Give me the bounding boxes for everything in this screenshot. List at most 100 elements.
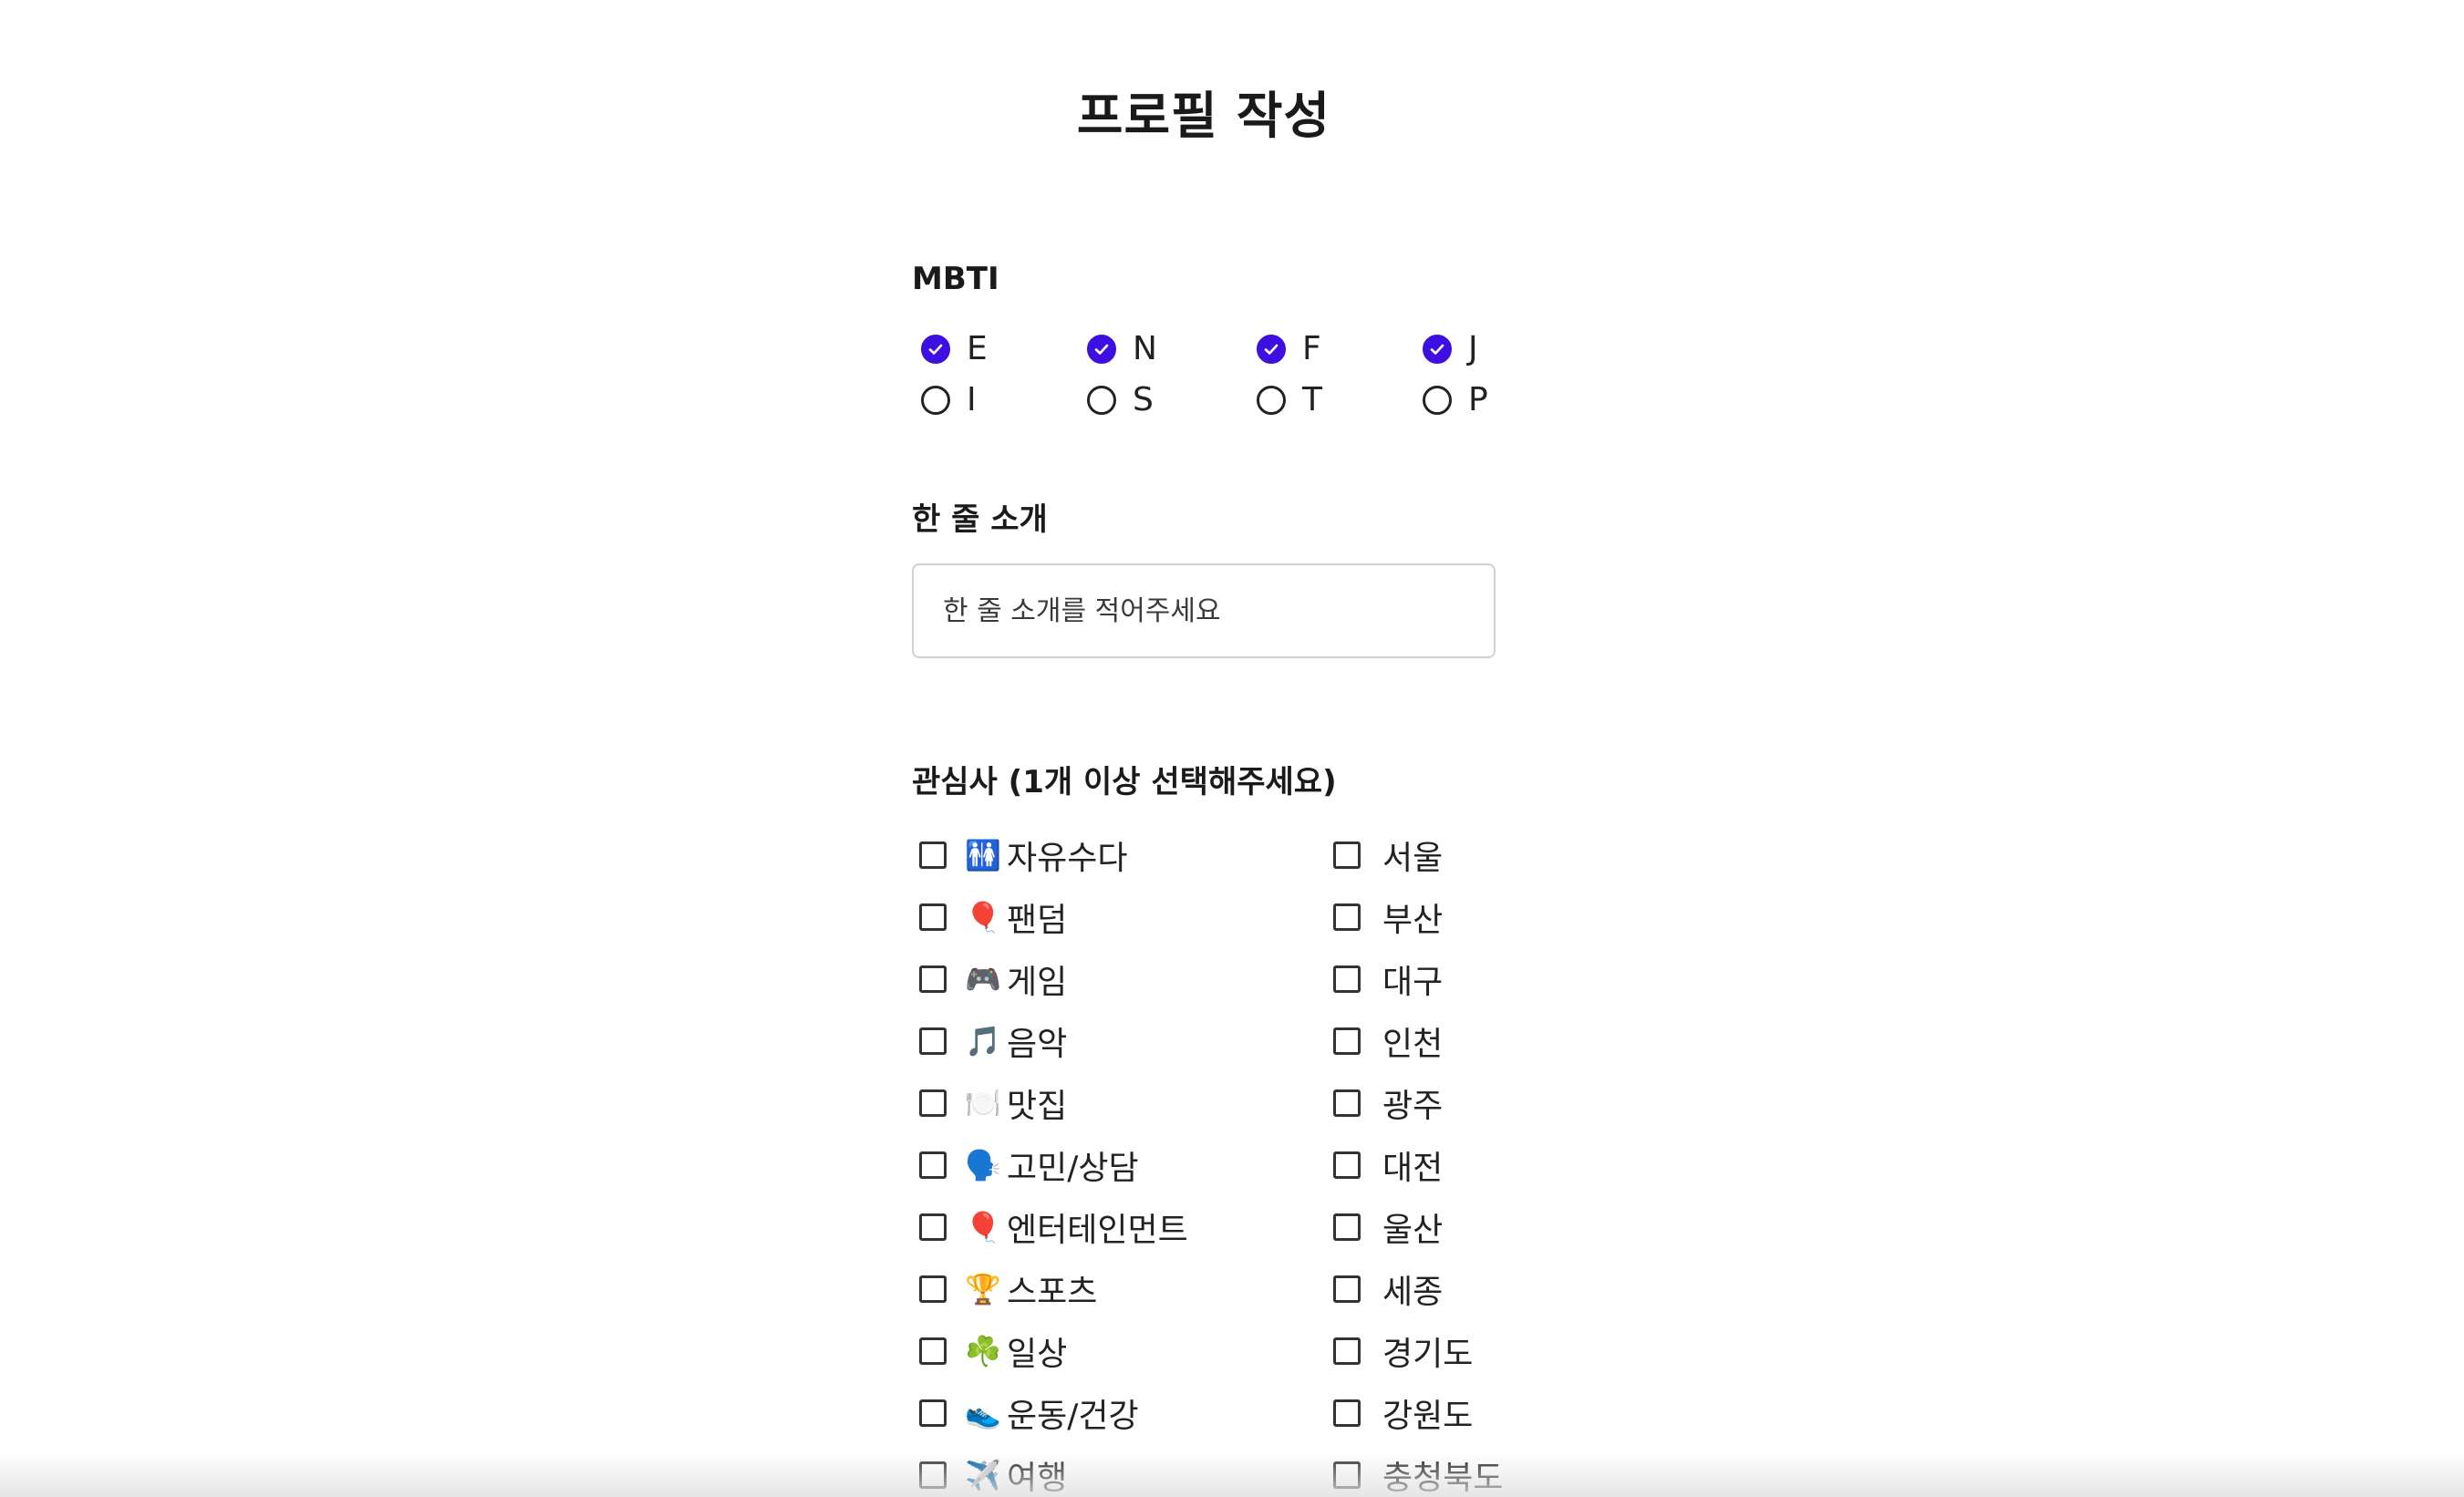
region-checklist: 서울 부산 대구 인천 광주 대전 울산 세종 경기도 강원도 충청북도 bbox=[1326, 824, 1503, 1497]
topic-item-chat[interactable]: 🚻 자유수다 bbox=[912, 824, 1188, 886]
topic-item-food[interactable]: 🍽️ 맛집 bbox=[912, 1072, 1188, 1134]
restroom-icon: 🚻 bbox=[965, 838, 1001, 872]
region-checkbox[interactable] bbox=[1333, 1151, 1361, 1179]
topic-label: 스포츠 bbox=[1007, 1274, 1098, 1311]
region-checkbox[interactable] bbox=[1333, 841, 1361, 869]
region-label: 충청북도 bbox=[1382, 1460, 1504, 1497]
mbti-radio-i[interactable] bbox=[921, 386, 950, 415]
topic-label: 여행 bbox=[1007, 1460, 1068, 1497]
topic-label: 음악 bbox=[1007, 1026, 1068, 1063]
region-label: 인천 bbox=[1382, 1026, 1444, 1063]
topic-label: 자유수다 bbox=[1007, 840, 1128, 877]
bottom-fade bbox=[0, 1451, 2464, 1497]
shamrock-icon: ☘️ bbox=[965, 1334, 1001, 1368]
region-item-incheon[interactable]: 인천 bbox=[1326, 1010, 1503, 1072]
mbti-radio-f[interactable] bbox=[1257, 335, 1286, 364]
topic-item-game[interactable]: 🎮 게임 bbox=[912, 948, 1188, 1010]
region-label: 부산 bbox=[1382, 902, 1444, 939]
trophy-icon: 🏆 bbox=[965, 1272, 1001, 1306]
mbti-radio-s[interactable] bbox=[1087, 386, 1116, 415]
topic-label: 맛집 bbox=[1007, 1088, 1068, 1125]
topic-item-fitness[interactable]: 👟 운동/건강 bbox=[912, 1382, 1188, 1444]
plate-icon: 🍽️ bbox=[965, 1086, 1001, 1120]
region-checkbox[interactable] bbox=[1333, 1337, 1361, 1365]
topic-checkbox[interactable] bbox=[919, 1399, 947, 1427]
topic-label: 운동/건강 bbox=[1007, 1398, 1139, 1435]
region-item-gwangju[interactable]: 광주 bbox=[1326, 1072, 1503, 1134]
topic-item-music[interactable]: 🎵 음악 bbox=[912, 1010, 1188, 1072]
region-label: 서울 bbox=[1382, 840, 1444, 877]
topic-checkbox[interactable] bbox=[919, 1337, 947, 1365]
topic-checkbox[interactable] bbox=[919, 1089, 947, 1117]
mbti-option-i[interactable]: I bbox=[912, 379, 977, 421]
topic-checkbox[interactable] bbox=[919, 1151, 947, 1179]
gamepad-icon: 🎮 bbox=[965, 962, 1001, 996]
balloon-icon: 🎈 bbox=[965, 900, 1001, 934]
topic-checkbox[interactable] bbox=[919, 841, 947, 869]
airplane-icon: ✈️ bbox=[965, 1458, 1001, 1492]
profile-page: 프로필 작성 MBTI E N F J I S T P 한 줄 소개 한 줄 소… bbox=[0, 0, 2464, 1497]
region-label: 대전 bbox=[1382, 1150, 1444, 1187]
region-checkbox[interactable] bbox=[1333, 1027, 1361, 1055]
mbti-option-n[interactable]: N bbox=[1078, 328, 1157, 370]
region-label: 대구 bbox=[1382, 964, 1444, 1001]
mbti-option-e[interactable]: E bbox=[912, 328, 988, 370]
region-item-gangwon[interactable]: 강원도 bbox=[1326, 1382, 1503, 1444]
mbti-option-t[interactable]: T bbox=[1248, 379, 1322, 421]
region-label: 강원도 bbox=[1382, 1398, 1474, 1435]
region-checkbox[interactable] bbox=[1333, 1399, 1361, 1427]
mbti-letter-e: E bbox=[967, 330, 988, 367]
mbti-radio-n[interactable] bbox=[1087, 335, 1116, 364]
mbti-radio-j[interactable] bbox=[1423, 335, 1452, 364]
balloon-icon: 🎈 bbox=[965, 1210, 1001, 1244]
mbti-options: E N F J I S T P bbox=[912, 328, 1514, 438]
mbti-letter-i: I bbox=[967, 381, 977, 418]
topic-checkbox[interactable] bbox=[919, 1027, 947, 1055]
mbti-option-p[interactable]: P bbox=[1413, 379, 1488, 421]
region-label: 세종 bbox=[1382, 1274, 1444, 1311]
mbti-label: MBTI bbox=[912, 261, 999, 297]
region-checkbox[interactable] bbox=[1333, 903, 1361, 931]
region-checkbox[interactable] bbox=[1333, 1275, 1361, 1303]
check-icon bbox=[928, 344, 943, 355]
region-item-gyeonggi[interactable]: 경기도 bbox=[1326, 1320, 1503, 1382]
region-checkbox[interactable] bbox=[1333, 965, 1361, 993]
region-item-chungbuk[interactable]: 충청북도 bbox=[1326, 1444, 1503, 1497]
mbti-letter-n: N bbox=[1133, 330, 1157, 367]
region-item-seoul[interactable]: 서울 bbox=[1326, 824, 1503, 886]
topic-checkbox[interactable] bbox=[919, 965, 947, 993]
topic-checkbox[interactable] bbox=[919, 903, 947, 931]
check-icon bbox=[1264, 344, 1279, 355]
topic-label: 엔터테인먼트 bbox=[1007, 1212, 1188, 1249]
topic-item-daily[interactable]: ☘️ 일상 bbox=[912, 1320, 1188, 1382]
mbti-radio-e[interactable] bbox=[921, 335, 950, 364]
region-item-daegu[interactable]: 대구 bbox=[1326, 948, 1503, 1010]
topic-checkbox[interactable] bbox=[919, 1275, 947, 1303]
mbti-radio-t[interactable] bbox=[1257, 386, 1286, 415]
intro-label: 한 줄 소개 bbox=[912, 501, 1048, 538]
region-item-ulsan[interactable]: 울산 bbox=[1326, 1196, 1503, 1258]
mbti-radio-p[interactable] bbox=[1423, 386, 1452, 415]
mbti-letter-s: S bbox=[1133, 381, 1154, 418]
intro-input[interactable] bbox=[912, 563, 1496, 658]
mbti-option-f[interactable]: F bbox=[1248, 328, 1321, 370]
topic-item-counsel[interactable]: 🗣️ 고민/상담 bbox=[912, 1134, 1188, 1196]
topic-item-sports[interactable]: 🏆 스포츠 bbox=[912, 1258, 1188, 1320]
speaking-head-icon: 🗣️ bbox=[965, 1148, 1001, 1182]
region-item-sejong[interactable]: 세종 bbox=[1326, 1258, 1503, 1320]
region-label: 광주 bbox=[1382, 1088, 1444, 1125]
topic-item-fandom[interactable]: 🎈 팬덤 bbox=[912, 886, 1188, 948]
topic-checkbox[interactable] bbox=[919, 1461, 947, 1489]
page-title: 프로필 작성 bbox=[1076, 87, 1331, 145]
region-checkbox[interactable] bbox=[1333, 1213, 1361, 1241]
mbti-option-s[interactable]: S bbox=[1078, 379, 1154, 421]
mbti-letter-t: T bbox=[1302, 381, 1322, 418]
topic-checkbox[interactable] bbox=[919, 1213, 947, 1241]
region-checkbox[interactable] bbox=[1333, 1461, 1361, 1489]
region-item-busan[interactable]: 부산 bbox=[1326, 886, 1503, 948]
region-checkbox[interactable] bbox=[1333, 1089, 1361, 1117]
topic-item-travel[interactable]: ✈️ 여행 bbox=[912, 1444, 1188, 1497]
topic-item-entertainment[interactable]: 🎈 엔터테인먼트 bbox=[912, 1196, 1188, 1258]
region-item-daejeon[interactable]: 대전 bbox=[1326, 1134, 1503, 1196]
mbti-option-j[interactable]: J bbox=[1413, 328, 1478, 370]
